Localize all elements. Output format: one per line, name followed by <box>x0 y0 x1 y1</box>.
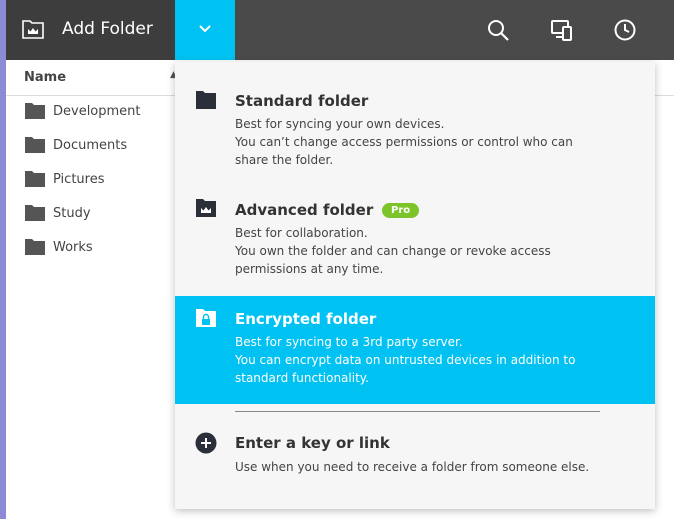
column-header-name[interactable]: Name <box>24 70 66 85</box>
desc-line: permissions at any time. <box>235 262 384 276</box>
menu-divider <box>235 411 600 412</box>
menu-item-description: Best for syncing your own devices. You c… <box>235 115 635 169</box>
folder-icon <box>25 171 45 187</box>
menu-item-title: Advanced folder <box>235 201 374 219</box>
desc-line: standard functionality. <box>235 371 369 385</box>
folder-icon <box>25 239 45 255</box>
folder-icon <box>25 205 45 221</box>
folder-crown-icon <box>22 20 44 39</box>
list-item[interactable]: Development <box>6 96 176 130</box>
desc-line: You can encrypt data on untrusted device… <box>235 353 576 367</box>
desc-line: Best for collaboration. <box>235 226 368 240</box>
menu-item-standard-folder[interactable]: Standard folder Best for syncing your ow… <box>175 76 655 176</box>
folder-icon <box>25 137 45 153</box>
desc-line: You own the folder and can change or rev… <box>235 244 551 258</box>
add-folder-menu: Standard folder Best for syncing your ow… <box>175 62 655 509</box>
desc-line: Best for syncing your own devices. <box>235 117 445 131</box>
desc-line: You can’t change access permissions or c… <box>235 135 573 149</box>
list-item[interactable]: Documents <box>6 130 176 164</box>
desc-line: share the folder. <box>235 153 334 167</box>
pro-badge: Pro <box>382 203 420 218</box>
toolbar: Add Folder <box>6 0 674 60</box>
folder-lock-icon <box>196 309 216 327</box>
clock-icon[interactable] <box>613 18 637 42</box>
plus-circle-icon <box>195 432 217 454</box>
folder-name: Pictures <box>53 172 105 187</box>
folder-name: Works <box>53 240 93 255</box>
add-folder-dropdown-toggle[interactable] <box>175 0 235 60</box>
desc-line: Use when you need to receive a folder fr… <box>235 460 590 474</box>
folder-crown-icon <box>196 199 216 217</box>
menu-item-description: Best for syncing to a 3rd party server. … <box>235 333 635 387</box>
add-folder-button[interactable]: Add Folder <box>6 0 175 60</box>
folder-name: Study <box>53 206 91 221</box>
menu-item-encrypted-folder[interactable]: Encrypted folder Best for syncing to a 3… <box>175 296 655 404</box>
devices-icon[interactable] <box>550 18 574 42</box>
menu-item-title: Enter a key or link <box>235 434 390 452</box>
folder-name: Documents <box>53 138 128 153</box>
folder-icon <box>25 103 45 119</box>
desc-line: Best for syncing to a 3rd party server. <box>235 335 463 349</box>
menu-item-advanced-folder[interactable]: Advanced folder Best for collaboration. … <box>175 184 655 284</box>
list-item[interactable]: Study <box>6 198 176 232</box>
list-item[interactable]: Works <box>6 232 176 266</box>
menu-item-title: Standard folder <box>235 92 369 110</box>
menu-item-description: Use when you need to receive a folder fr… <box>235 458 635 476</box>
add-folder-label: Add Folder <box>62 19 153 39</box>
list-item[interactable]: Pictures <box>6 164 176 198</box>
menu-item-title: Encrypted folder <box>235 310 377 328</box>
search-icon[interactable] <box>486 18 510 42</box>
folder-name: Development <box>53 104 141 119</box>
chevron-down-icon <box>199 25 211 33</box>
menu-item-description: Best for collaboration. You own the fold… <box>235 224 635 278</box>
folder-icon <box>196 91 216 109</box>
menu-item-enter-key-or-link[interactable]: Enter a key or link Use when you need to… <box>175 422 655 492</box>
